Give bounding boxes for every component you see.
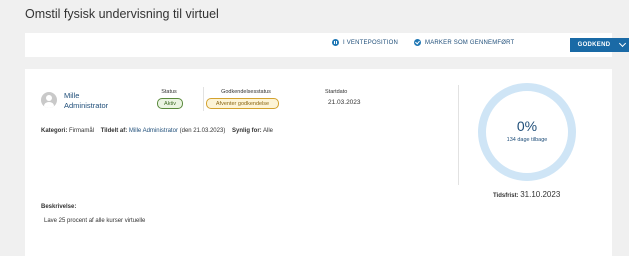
description-text: Lave 25 procent af alle kurser virtuelle bbox=[44, 218, 146, 224]
start-date-label: Startdato bbox=[325, 89, 348, 95]
mark-complete-button[interactable]: MARKER SOM GENNEMFØRT bbox=[414, 39, 514, 46]
visible-for-label: Synlig for: bbox=[231, 128, 262, 134]
days-left: 134 dage tilbage bbox=[506, 137, 548, 143]
pause-button[interactable]: I VENTEPOSITION bbox=[332, 39, 398, 46]
assigned-date: (den 21.03.2023) bbox=[179, 128, 226, 134]
card-divider bbox=[458, 85, 459, 185]
deadline: Tidsfrist: 31.10.2023 bbox=[493, 190, 560, 199]
progress-percent: 0% bbox=[516, 118, 538, 134]
mark-complete-label: MARKER SOM GENNEMFØRT bbox=[425, 39, 515, 46]
deadline-value: 31.10.2023 bbox=[520, 190, 561, 199]
goal-meta-row: Kategori: Firmamål Tildelt af: Mille Adm… bbox=[41, 128, 273, 134]
category-value: Firmamål bbox=[69, 128, 95, 134]
status-badge: Aktiv bbox=[157, 98, 183, 109]
assignee-first-name: Mille bbox=[64, 91, 80, 100]
pause-button-label: I VENTEPOSITION bbox=[343, 39, 399, 46]
user-avatar-icon bbox=[41, 92, 57, 108]
approve-button-label: GODKEND bbox=[577, 42, 611, 48]
status-label: Status bbox=[161, 89, 177, 95]
visible-for-value: Alle bbox=[263, 128, 274, 134]
action-toolbar: I VENTEPOSITION MARKER SOM GENNEMFØRT GO… bbox=[25, 33, 629, 57]
column-divider bbox=[203, 87, 204, 111]
check-circle-icon bbox=[414, 39, 421, 46]
assignee-name[interactable]: Mille Administrator bbox=[64, 91, 108, 111]
assignee-last-name: Administrator bbox=[64, 101, 109, 110]
pause-circle-icon bbox=[332, 39, 339, 46]
description-label: Beskrivelse: bbox=[41, 204, 77, 210]
start-date-value: 21.03.2023 bbox=[328, 99, 361, 106]
assigned-by-link[interactable]: Mille Administrator bbox=[129, 128, 178, 134]
page-title: Omstil fysisk undervisning til virtuel bbox=[25, 7, 219, 21]
approval-status-badge: Afventer godkendelse bbox=[206, 98, 279, 109]
assigned-by-label: Tildelt af: bbox=[100, 128, 128, 134]
chevron-down-icon[interactable] bbox=[619, 39, 627, 48]
goal-card: Mille Administrator Status Aktiv Godkend… bbox=[25, 69, 612, 256]
approval-status-label: Godkendelsesstatus bbox=[221, 89, 271, 95]
deadline-label: Tidsfrist: bbox=[493, 193, 519, 199]
approve-button[interactable]: GODKEND bbox=[570, 38, 629, 52]
category-label: Kategori: bbox=[41, 128, 68, 134]
